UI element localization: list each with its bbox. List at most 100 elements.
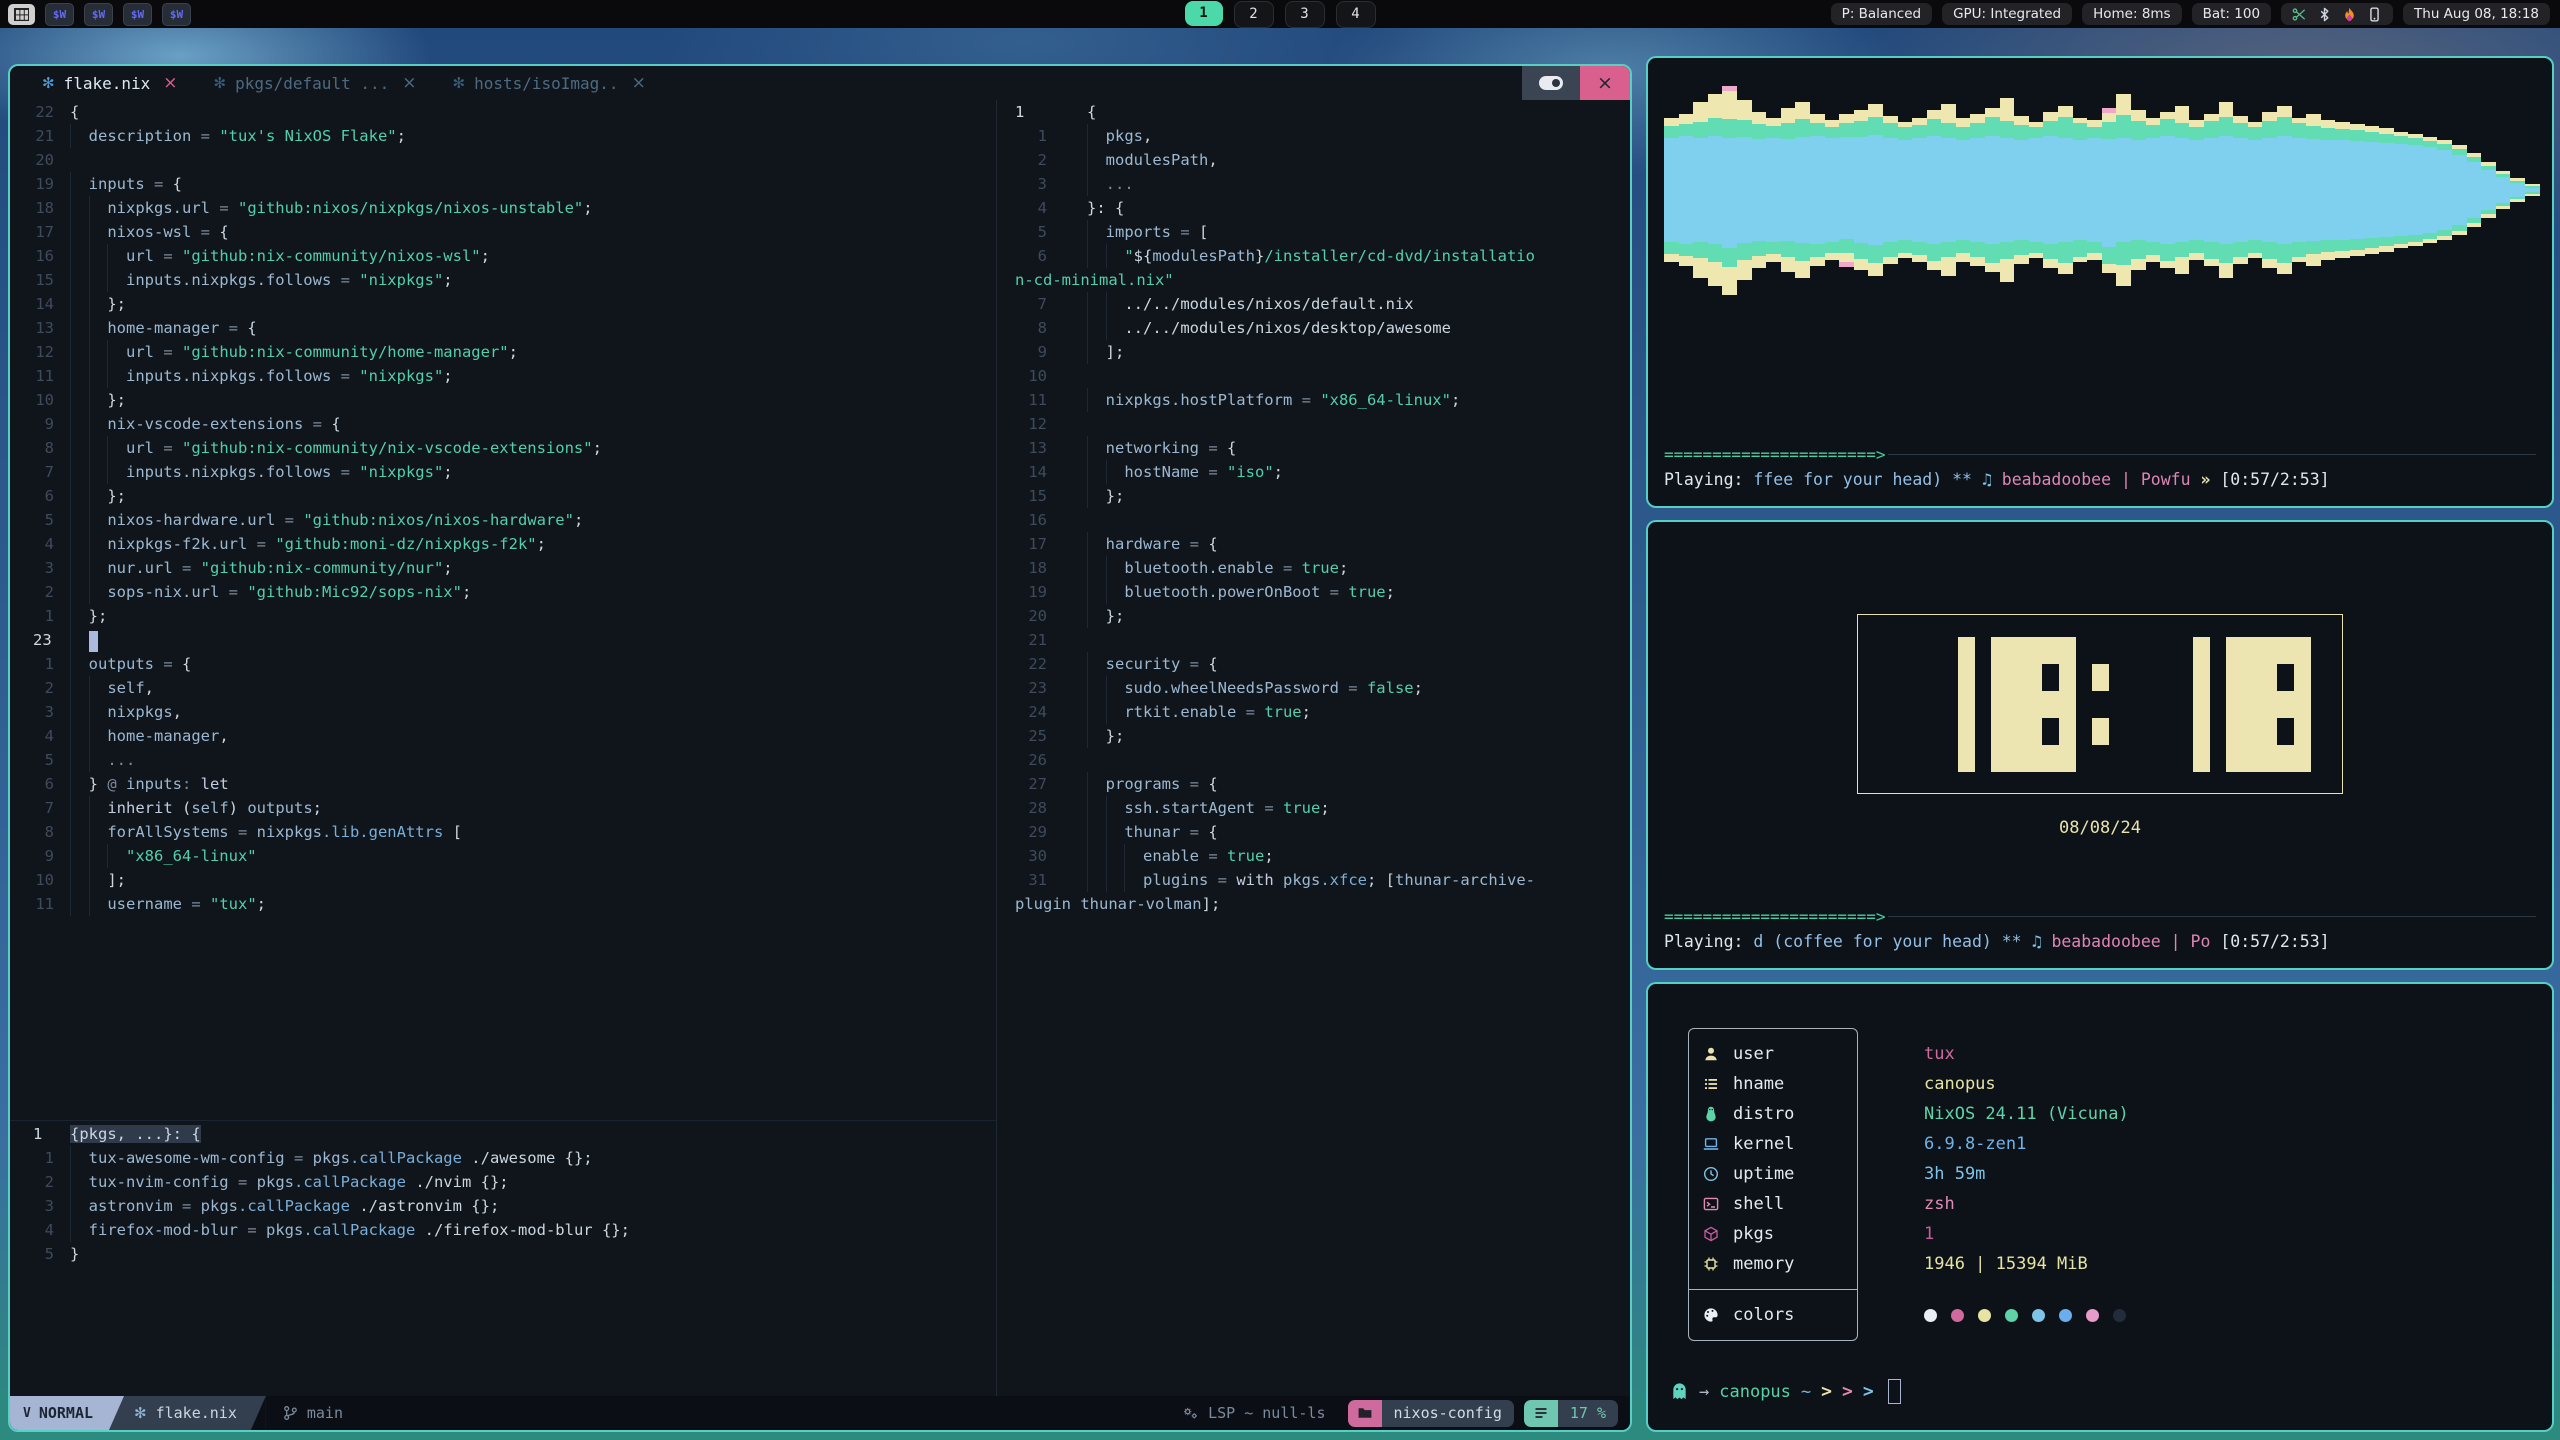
indent-guide [1087,820,1088,844]
fetch-row-pkgs: pkgs [1689,1219,1857,1249]
clock-icon [1703,1166,1719,1182]
indent-guide [89,532,90,556]
editor-pane-flake[interactable]: 22{21 description = "tux's NixOS Flake";… [10,100,996,1396]
fetch-label: user [1733,1044,1774,1064]
viz-column [2175,106,2190,274]
shell-prompt[interactable]: →canopus~>>> [1664,1379,2536,1416]
indent-guide [1087,124,1088,148]
list-icon [1703,1076,1719,1092]
indent-guide [70,508,71,532]
code-line: 25 }; [997,724,1630,748]
indent-guide [70,820,71,844]
code-line: 11 username = "tux"; [10,892,996,916]
viz-column [2116,94,2131,286]
taskbar-client-3[interactable]: $W [123,3,152,26]
scissors-icon[interactable] [2292,7,2307,22]
toggle-icon [1539,76,1563,90]
code-line: 18 nixpkgs.url = "github:nixos/nixpkgs/n… [10,196,996,220]
taskbar-client-1[interactable]: $W [45,3,74,26]
desktop: $W$W$W$W 1234 P: BalancedGPU: Integrated… [0,0,2560,1440]
indent-guide [70,484,71,508]
indent-guide [1087,220,1088,244]
bluetooth-icon[interactable] [2317,7,2332,22]
editor-pane-pkgs-default[interactable]: 1{pkgs, ...}: {1 tux-awesome-wm-config =… [10,1122,996,1266]
indent-guide [89,268,90,292]
fetch-label: kernel [1733,1134,1794,1154]
fetch-value-memory: 1946 | 15394 MiB [1924,1249,2129,1279]
line-number: 22 [997,652,1047,676]
tag-3[interactable]: 3 [1285,1,1325,28]
indent-guide [70,580,71,604]
viz-column [2292,118,2307,262]
code-line: 21 description = "tux's NixOS Flake"; [10,124,996,148]
code-line: 13 home-manager = { [10,316,996,340]
editor-pane-iso-image[interactable]: 1{1 pkgs,2 modulesPath,3 ...4}: {5 impor… [996,100,1630,1396]
git-branch-indicator: main [282,1404,343,1422]
fetch-row-shell: shell [1689,1189,1857,1219]
indent-guide [1087,652,1088,676]
indent-guide [70,1170,71,1194]
terminal-fetch-window[interactable]: userhnamedistrokerneluptimeshellpkgsmemo… [1646,982,2554,1432]
viz-column [1722,86,1737,295]
color-dot [2032,1309,2045,1322]
window-close-button[interactable]: × [1580,66,1630,100]
tab-close-icon[interactable]: × [402,73,416,93]
line-number: 29 [997,820,1047,844]
terminal-music-window[interactable]: ======================> Playing: ffee fo… [1646,56,2554,508]
phone-icon[interactable] [2367,7,2382,22]
statusline: V NORMAL ✻ flake.nix main LSP ~ null-ls … [10,1396,1630,1430]
flame-icon[interactable] [2342,7,2357,22]
code-line: 4}: { [997,196,1630,220]
terminal-clock-window[interactable]: 08/08/24 ======================> Playing… [1646,520,2554,970]
taskbar-client-2[interactable]: $W [84,3,113,26]
line-number: 2 [997,148,1047,172]
code-line: 20 }; [997,604,1630,628]
indent-guide [70,460,71,484]
line-number: 8 [997,316,1047,340]
code-line: 9 ]; [997,340,1630,364]
line-number: 5 [997,220,1047,244]
line-number: 1 [997,124,1047,148]
indent-guide [1106,796,1107,820]
viz-column [2335,122,2350,258]
line-number: 10 [10,868,54,892]
line-number: 31 [997,868,1047,892]
tab-close-icon[interactable]: × [632,73,646,93]
tag-2[interactable]: 2 [1234,1,1274,28]
taskbar-client-4[interactable]: $W [162,3,191,26]
code-line: 15 }; [997,484,1630,508]
indent-guide [89,292,90,316]
code-line: 26 [997,748,1630,772]
viz-column [1708,94,1723,286]
tab-close-icon[interactable]: × [163,73,177,93]
indent-guide [70,724,71,748]
tab-hosts-isoImag-[interactable]: ✻hosts/isoImag..× [434,66,663,100]
tag-4[interactable]: 4 [1336,1,1376,28]
tab-pkgs-default-[interactable]: ✻pkgs/default ...× [196,66,435,100]
fetch-value-hname: canopus [1924,1069,2129,1099]
fetch-label: hname [1733,1074,1784,1094]
tab-flake-nix[interactable]: ✻flake.nix× [24,66,196,100]
code-line: 8 url = "github:nix-community/nix-vscode… [10,436,996,460]
indent-guide [89,724,90,748]
indent-guide [107,268,108,292]
indent-guide [70,676,71,700]
app-launcher-button[interactable] [8,4,35,25]
clock-time [1890,637,2311,772]
code-line: 13 networking = { [997,436,1630,460]
indent-guide [89,460,90,484]
code-line: 1 tux-awesome-wm-config = pkgs.callPacka… [10,1146,996,1170]
line-number: 13 [997,436,1047,460]
tag-1[interactable]: 1 [1185,1,1223,26]
indent-guide [1106,700,1107,724]
viz-column [2073,118,2088,262]
viz-column [1854,110,1869,270]
line-number: 3 [10,700,54,724]
line-number: 19 [10,172,54,196]
titlebar-toggle-button[interactable] [1522,66,1580,100]
indent-guide [89,892,90,916]
viz-column [1752,112,1767,268]
viz-column [2510,178,2525,202]
indent-guide [1087,532,1088,556]
code-line: n-cd-minimal.nix" [997,268,1630,292]
